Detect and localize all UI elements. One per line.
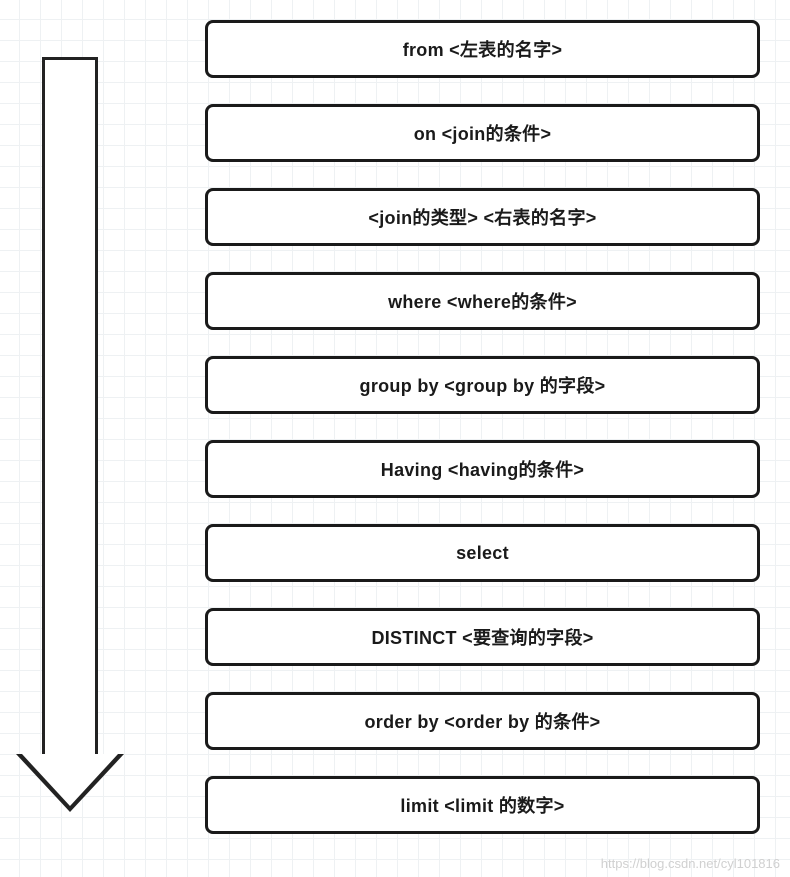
step-where: where <where的条件>	[205, 272, 760, 330]
step-order-by: order by <order by 的条件>	[205, 692, 760, 750]
step-distinct: DISTINCT <要查询的字段>	[205, 608, 760, 666]
step-label: group by <group by 的字段>	[360, 372, 606, 398]
step-label: Having <having的条件>	[381, 456, 584, 482]
step-label: on <join的条件>	[414, 120, 552, 146]
step-label: limit <limit 的数字>	[400, 792, 564, 818]
step-label: <join的类型> <右表的名字>	[368, 204, 596, 230]
watermark: https://blog.csdn.net/cyl101816	[601, 856, 780, 871]
step-select: select	[205, 524, 760, 582]
step-on: on <join的条件>	[205, 104, 760, 162]
step-label: order by <order by 的条件>	[365, 708, 601, 734]
step-label: where <where的条件>	[388, 288, 577, 314]
step-group-by: group by <group by 的字段>	[205, 356, 760, 414]
step-label: from <左表的名字>	[403, 36, 563, 62]
steps-list: from <左表的名字> on <join的条件> <join的类型> <右表的…	[205, 20, 760, 834]
step-limit: limit <limit 的数字>	[205, 776, 760, 834]
step-join: <join的类型> <右表的名字>	[205, 188, 760, 246]
step-label: select	[456, 543, 509, 564]
step-label: DISTINCT <要查询的字段>	[371, 624, 593, 650]
step-having: Having <having的条件>	[205, 440, 760, 498]
arrow-head-cover	[45, 751, 95, 757]
arrow-shaft	[42, 57, 98, 757]
flow-arrow	[20, 57, 120, 817]
arrow-head-inner	[22, 754, 118, 806]
step-from: from <左表的名字>	[205, 20, 760, 78]
